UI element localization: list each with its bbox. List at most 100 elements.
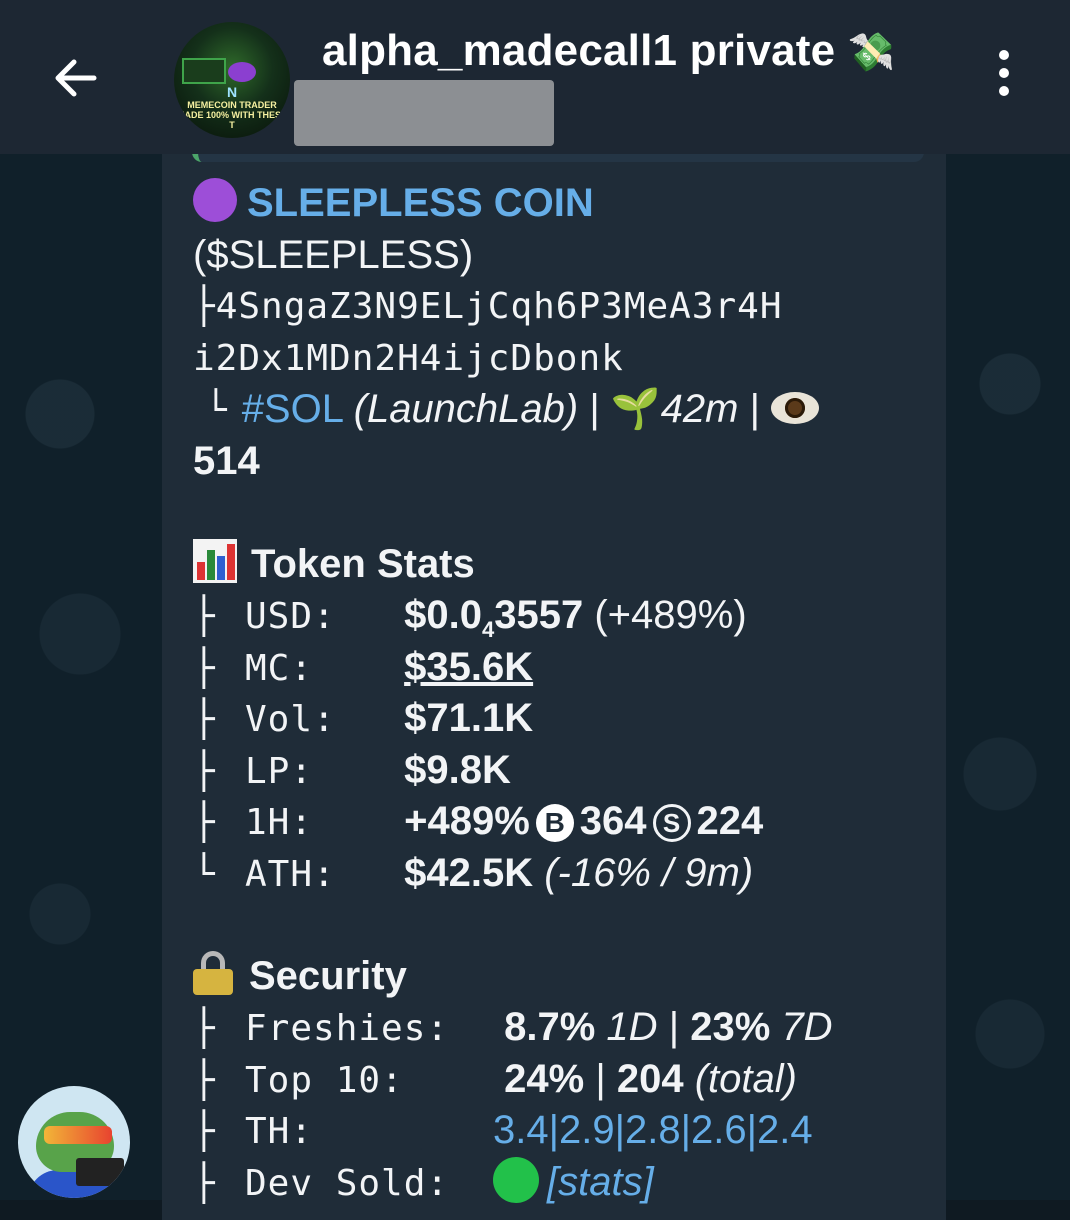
stat-key: USD: — [245, 596, 336, 637]
top-holder-link[interactable]: 2.8 — [625, 1108, 681, 1152]
avatar-logo: N — [226, 84, 238, 100]
tree-branch: ├ — [193, 1008, 215, 1049]
tree-branch: ├ — [193, 596, 215, 637]
separator: | — [548, 1108, 559, 1152]
coin-title-line: SLEEPLESS COIN — [193, 178, 933, 230]
eye-icon — [771, 392, 820, 424]
chat-header: N MEMECOIN TRADER MADE 100% WITH THESE T… — [0, 0, 1070, 154]
coin-name-link[interactable]: SLEEPLESS COIN — [247, 181, 594, 225]
top-holder-link[interactable]: 2.6 — [691, 1108, 747, 1152]
tree-branch-end: └ — [193, 853, 215, 895]
chat-title[interactable]: alpha_madecall1 private 💸 — [322, 26, 895, 76]
tree-branch-end: └ — [205, 390, 228, 431]
ath-value: $42.5K — [404, 850, 534, 895]
tree-branch: ├ — [193, 647, 215, 689]
dev-stats-link[interactable]: [stats] — [547, 1160, 654, 1204]
separator: | — [746, 1108, 757, 1152]
kebab-menu-icon[interactable] — [990, 50, 1018, 106]
security-key: Freshies: — [245, 1008, 450, 1049]
separator: | — [589, 387, 600, 431]
separator: | — [680, 1108, 691, 1152]
separator: | — [668, 1005, 680, 1049]
contract-address-part1: 4SngaZ3N9ELjCqh6P3MeA3r4H — [215, 286, 783, 327]
money-wings-icon: 💸 — [847, 32, 896, 74]
security-row-th: ├ TH: 3.4|2.9|2.8|2.6|2.4 — [193, 1105, 933, 1157]
message-text: SLEEPLESS COIN ($SLEEPLESS) ├4SngaZ3N9EL… — [193, 178, 933, 1208]
top-holder-link[interactable]: 2.4 — [757, 1108, 813, 1152]
freshies-7d: 23% — [690, 1005, 771, 1049]
views-count: 514 — [193, 438, 260, 483]
purple-circle-icon — [193, 178, 237, 222]
stat-key: MC: — [245, 647, 314, 689]
tree-branch: ├ — [193, 802, 215, 843]
separator: | — [595, 1056, 606, 1101]
ticker: ($SLEEPLESS) — [193, 232, 474, 277]
chat-title-text: alpha_madecall1 private — [322, 26, 836, 75]
stat-key: LP: — [245, 750, 314, 792]
stat-key: Vol: — [245, 699, 336, 740]
security-key: TH: — [245, 1111, 314, 1152]
avatar-character-graphic — [228, 62, 256, 82]
tree-branch: ├ — [193, 1162, 215, 1204]
contract-address-part2[interactable]: i2Dx1MDn2H4ijcDbonk — [193, 333, 933, 385]
ath-change: (-16% / 9m) — [544, 850, 754, 895]
stat-row-vol: ├ Vol: $71.1K — [193, 693, 933, 745]
top-holder-link[interactable]: 3.4 — [493, 1108, 549, 1152]
token-stats-heading-line: Token Stats — [193, 538, 933, 591]
stat-row-usd: ├ USD: $0.043557 (+489%) — [193, 590, 933, 642]
stat-row-mc: ├ MC: $35.6K — [193, 642, 933, 694]
token-age: 42m — [660, 387, 739, 431]
usd-price: $0.043557 — [404, 593, 584, 642]
price-change: (+489%) — [594, 593, 747, 637]
separator: | — [749, 387, 761, 431]
bar-chart-icon — [193, 538, 237, 583]
sender-avatar[interactable] — [18, 1086, 130, 1198]
token-stats-heading: Token Stats — [251, 541, 475, 586]
security-heading: Security — [249, 953, 407, 998]
security-key: Top 10: — [245, 1059, 404, 1101]
tree-branch: ├ — [193, 1111, 215, 1152]
lock-icon — [193, 950, 233, 995]
tree-branch: ├ — [193, 750, 215, 792]
security-row-dev-sold: ├ Dev Sold: [stats] — [193, 1156, 933, 1209]
top-holder-link[interactable]: 2.9 — [559, 1108, 615, 1152]
holders-total-unit: (total) — [694, 1056, 797, 1101]
security-row-freshies: ├ Freshies: 8.7% 1D | 23% 7D — [193, 1002, 933, 1054]
stat-row-ath: └ ATH: $42.5K (-16% / 9m) — [193, 848, 933, 900]
volume-value: $71.1K — [404, 696, 534, 740]
stat-row-1h: ├ 1H: +489% B 364 S 224 — [193, 796, 933, 848]
avatar-desk-graphic — [182, 58, 226, 84]
sells-count: 224 — [696, 799, 764, 843]
security-row-top10: ├ Top 10: 24% | 204 (total) — [193, 1054, 933, 1106]
redacted-subtitle — [294, 80, 554, 146]
tree-branch: ├ — [193, 1059, 215, 1101]
chat-avatar[interactable]: N MEMECOIN TRADER MADE 100% WITH THESE T — [174, 22, 290, 138]
liquidity-value: $9.8K — [404, 747, 511, 792]
arrow-left-icon[interactable] — [50, 52, 102, 104]
buys-icon: B — [535, 804, 574, 842]
top10-percent: 24% — [504, 1056, 585, 1101]
freshies-1d: 8.7% — [504, 1005, 596, 1049]
buys-count: 364 — [579, 799, 647, 843]
security-heading-line: Security — [193, 950, 933, 1003]
launchpad-label: (LaunchLab) — [353, 387, 579, 431]
stat-row-lp: ├ LP: $9.8K — [193, 745, 933, 797]
stat-key: ATH: — [245, 853, 336, 895]
market-cap-link[interactable]: $35.6K — [404, 645, 533, 689]
sells-icon: S — [652, 804, 691, 842]
green-circle-icon — [493, 1156, 539, 1203]
freshies-7d-unit: 7D — [781, 1005, 833, 1049]
chain-hashtag-link[interactable]: #SOL — [242, 387, 343, 431]
security-key: Dev Sold: — [245, 1162, 450, 1204]
one-hour-change: +489% — [404, 799, 530, 843]
tree-branch: ├ — [193, 699, 215, 740]
chain-info-line: └ #SOL (LaunchLab) | 🌱42m | — [193, 384, 933, 436]
stat-key: 1H: — [245, 802, 314, 843]
holders-total: 204 — [616, 1056, 684, 1101]
separator: | — [614, 1108, 625, 1152]
seedling-icon: 🌱 — [610, 387, 661, 431]
avatar-text: MEMECOIN TRADER MADE 100% WITH THESE T — [176, 100, 288, 130]
contract-address-line1[interactable]: ├4SngaZ3N9ELjCqh6P3MeA3r4H — [193, 281, 933, 333]
tree-branch: ├ — [193, 286, 216, 327]
freshies-1d-unit: 1D — [606, 1005, 658, 1049]
